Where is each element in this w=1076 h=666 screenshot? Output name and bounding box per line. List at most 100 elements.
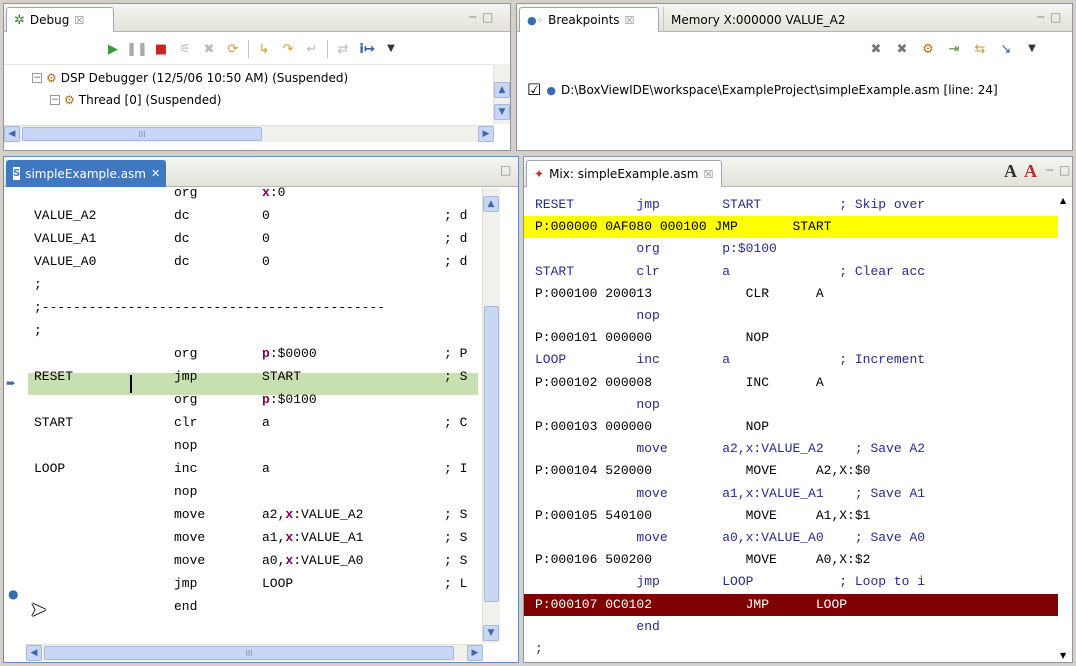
mix-line[interactable]: P:000107 0C0102 JMP LOOP: [524, 593, 1059, 616]
editor-line[interactable]: move a2,x:VALUE_A2 ; S: [34, 503, 479, 526]
mix-line[interactable]: P:000106 500200 MOVE A0,X:$2: [524, 549, 1059, 571]
close-icon[interactable]: ☒: [74, 14, 84, 27]
instruction-step-icon[interactable]: i↦: [358, 40, 376, 58]
tab-mix[interactable]: ✦ Mix: simpleExample.asm ☒: [526, 160, 722, 187]
view-menu-icon[interactable]: ▼: [382, 40, 400, 58]
collapse-icon[interactable]: −: [50, 95, 60, 105]
mix-line[interactable]: move a0,x:VALUE_A0 ; Save A0: [524, 527, 1059, 549]
mix-line[interactable]: end: [524, 616, 1059, 638]
mix-text[interactable]: RESET jmp START ; Skip over P:000000 0AF0…: [524, 194, 1059, 662]
relaunch-icon[interactable]: ⟳: [224, 40, 242, 58]
editor-line[interactable]: ;: [34, 319, 479, 342]
minimize-maximize-buttons[interactable]: ─ □: [1037, 10, 1062, 24]
scroll-right-icon[interactable]: ▶: [478, 126, 494, 142]
scroll-up-icon[interactable]: ▲: [494, 82, 510, 98]
step-over-icon[interactable]: ↷: [279, 40, 297, 58]
tab-debug[interactable]: ✲ Debug ☒: [6, 7, 114, 32]
close-icon[interactable]: ☒: [625, 14, 635, 27]
mix-line[interactable]: P:000103 000000 NOP: [524, 416, 1059, 438]
minimize-maximize-buttons[interactable]: ─ □: [1046, 163, 1071, 177]
editor-vscroll[interactable]: ▲ ▼: [482, 188, 500, 643]
tree-item-debugger[interactable]: − ⚙ DSP Debugger (12/5/06 10:50 AM) (Sus…: [32, 71, 348, 85]
editor-line[interactable]: move a1,x:VALUE_A1 ; S: [34, 526, 479, 549]
mix-line[interactable]: P:000105 540100 MOVE A1,X:$1: [524, 505, 1059, 527]
mix-line[interactable]: nop: [524, 394, 1059, 416]
resume-icon[interactable]: ▶: [104, 40, 122, 58]
editor-line[interactable]: VALUE_A0 dc 0 ; d: [34, 250, 479, 273]
suspend-icon[interactable]: ❚❚: [126, 40, 148, 58]
scroll-left-icon[interactable]: ◀: [26, 645, 42, 661]
scroll-thumb[interactable]: [484, 306, 499, 602]
scroll-left-icon[interactable]: ◀: [4, 126, 20, 142]
editor-line[interactable]: VALUE_A1 dc 0 ; d: [34, 227, 479, 250]
editor-line[interactable]: org p:$0000 ; P: [34, 342, 479, 365]
mix-line[interactable]: P:000100 200013 CLR A: [524, 283, 1059, 305]
editor-line[interactable]: RESET jmp START ; S: [34, 365, 479, 388]
editor-line[interactable]: START clr a ; C: [34, 411, 479, 434]
scroll-down-icon[interactable]: ▼: [494, 104, 510, 120]
tab-memory[interactable]: Memory X:000000 VALUE_A2: [663, 7, 852, 32]
view-menu-icon[interactable]: ▼: [1023, 40, 1041, 58]
scroll-down-icon[interactable]: ▼: [483, 625, 499, 641]
editor-line[interactable]: VALUE_A2 dc 0 ; d: [34, 204, 479, 227]
mix-line[interactable]: LOOP inc a ; Increment: [524, 349, 1059, 371]
mix-line[interactable]: START clr a ; Clear acc: [524, 261, 1059, 283]
editor-line[interactable]: end: [34, 595, 479, 618]
breakpoint-entry[interactable]: ☑ ● D:\BoxViewIDE\workspace\ExampleProje…: [527, 82, 998, 98]
editor-line[interactable]: org x:0: [34, 181, 479, 204]
editor-line[interactable]: nop: [34, 434, 479, 457]
scroll-up-icon[interactable]: ▲: [483, 196, 499, 212]
mix-line[interactable]: org p:$0100: [524, 238, 1059, 260]
goto-file-icon[interactable]: ⇥: [945, 40, 963, 58]
editor-line[interactable]: LOOP inc a ; I: [34, 457, 479, 480]
drop-to-frame-icon[interactable]: ⇄: [334, 40, 352, 58]
skip-all-icon[interactable]: ⇆: [971, 40, 989, 58]
mix-vscroll[interactable]: ▲ ▼: [1058, 194, 1072, 662]
editor-hscroll[interactable]: ◀ III ▶: [26, 644, 483, 661]
disconnect-icon[interactable]: ⚟: [176, 40, 194, 58]
remove-terminated-icon[interactable]: ✖: [200, 40, 218, 58]
tab-breakpoints[interactable]: ●◦ Breakpoints ☒: [519, 7, 659, 32]
terminate-icon[interactable]: ■: [152, 40, 170, 58]
show-supported-icon[interactable]: ⚙: [919, 40, 937, 58]
mix-line[interactable]: P:000104 520000 MOVE A2,X:$0: [524, 460, 1059, 482]
editor-line[interactable]: nop: [34, 480, 479, 503]
step-into-icon[interactable]: ↳: [255, 40, 273, 58]
mix-line[interactable]: RESET jmp START ; Skip over: [524, 194, 1059, 216]
minimize-maximize-buttons[interactable]: ─ □: [469, 10, 494, 24]
debug-hscroll[interactable]: ◀ III ▶: [4, 125, 494, 142]
maximize-button[interactable]: □: [500, 163, 512, 177]
scroll-thumb[interactable]: III: [22, 127, 262, 141]
scroll-up-icon[interactable]: ▲: [1060, 196, 1066, 205]
step-return-icon[interactable]: ↵: [303, 40, 321, 58]
editor-line[interactable]: jmp LOOP ; L: [34, 572, 479, 595]
mix-line[interactable]: P:000102 000008 INC A: [524, 372, 1059, 394]
mix-line[interactable]: P:000000 0AF080 000100 JMP START: [524, 216, 1059, 239]
remove-all-breakpoints-icon[interactable]: ✖: [893, 40, 911, 58]
scroll-right-icon[interactable]: ▶: [467, 645, 483, 661]
font-reset-icon[interactable]: A: [1024, 161, 1037, 182]
editor-line[interactable]: ;---------------------------------------…: [34, 296, 479, 319]
mix-line[interactable]: move a2,x:VALUE_A2 ; Save A2: [524, 438, 1059, 460]
editor-line[interactable]: org p:$0100: [34, 388, 479, 411]
close-icon[interactable]: ✕: [151, 167, 160, 180]
mix-line[interactable]: ;: [524, 638, 1059, 660]
editor-text[interactable]: org x:0 VALUE_A2 dc 0; d VALUE_A1 dc 0; d VALUE_…: [34, 181, 479, 643]
editor-line[interactable]: ;: [34, 273, 479, 296]
link-icon[interactable]: ↘: [997, 40, 1015, 58]
scroll-thumb[interactable]: III: [44, 646, 454, 660]
font-icon[interactable]: A: [1004, 161, 1017, 182]
mix-line[interactable]: P:000101 000000 NOP: [524, 327, 1059, 349]
mix-line[interactable]: move a1,x:VALUE_A1 ; Save A1: [524, 483, 1059, 505]
remove-breakpoint-icon[interactable]: ✖: [867, 40, 885, 58]
breakpoint-checkbox[interactable]: ☑: [527, 82, 541, 98]
mix-line[interactable]: jmp LOOP ; Loop to i: [524, 571, 1059, 593]
tree-item-thread[interactable]: − ⚙ Thread [0] (Suspended): [50, 93, 221, 107]
mix-line[interactable]: nop: [524, 305, 1059, 327]
collapse-icon[interactable]: −: [32, 73, 42, 83]
close-icon[interactable]: ☒: [704, 168, 714, 181]
line-label: LOOP: [34, 461, 66, 476]
editor-line[interactable]: move a0,x:VALUE_A0 ; S: [34, 549, 479, 572]
scroll-down-icon[interactable]: ▼: [1060, 651, 1066, 660]
debug-vscroll[interactable]: ▲ ▼: [493, 64, 510, 124]
